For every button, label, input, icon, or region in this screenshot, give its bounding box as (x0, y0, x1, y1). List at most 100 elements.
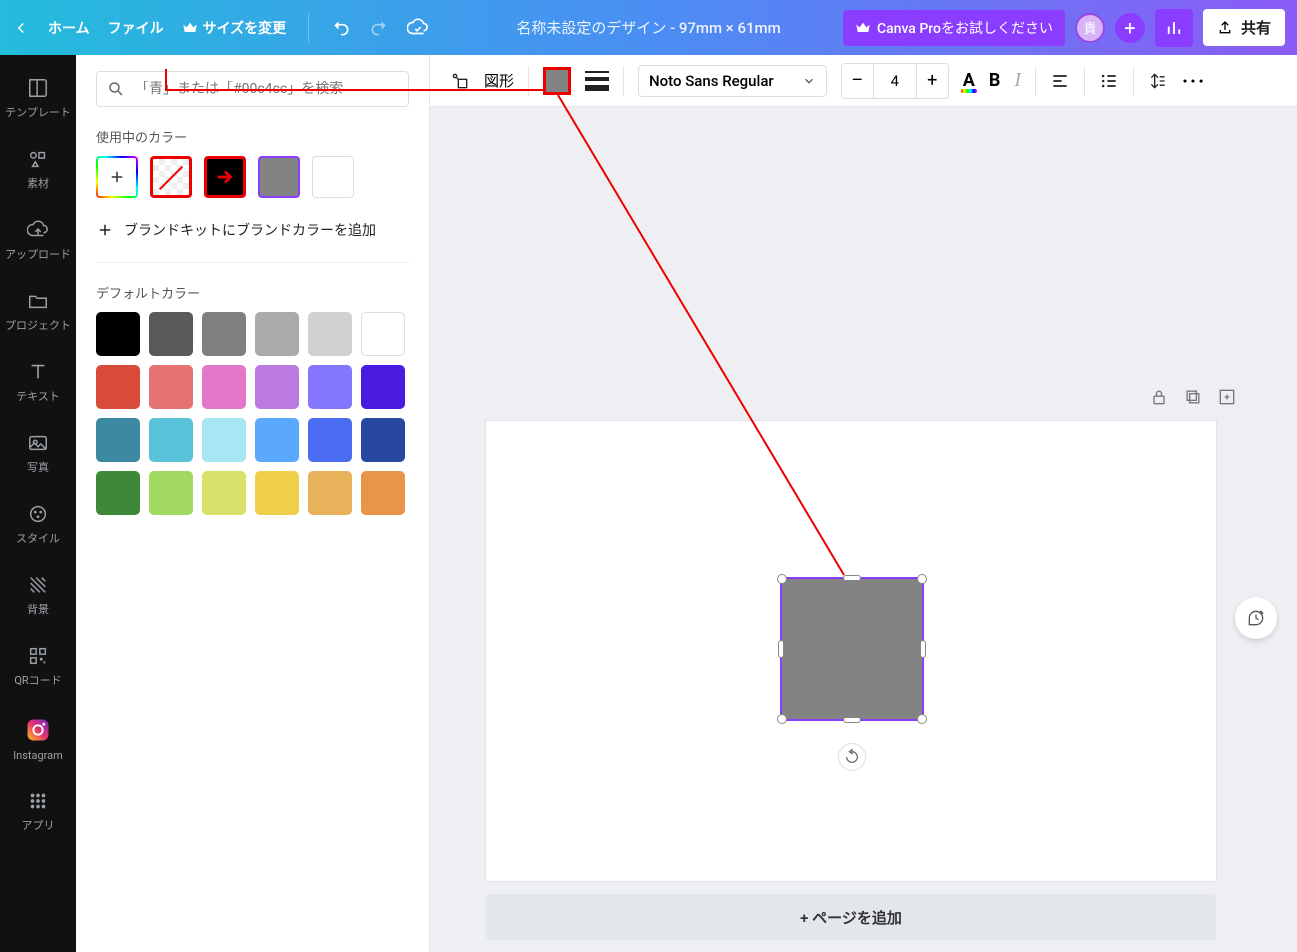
comment-fab[interactable] (1235, 597, 1277, 639)
font-size-stepper[interactable]: – + (841, 63, 949, 99)
color-swatch[interactable] (255, 471, 299, 515)
resize-handle[interactable] (843, 575, 861, 581)
fill-color-button[interactable] (543, 67, 571, 95)
color-swatch[interactable] (308, 365, 352, 409)
resize-handle[interactable] (920, 640, 926, 658)
default-colors-label: デフォルトカラー (96, 283, 409, 302)
resize-handle[interactable] (778, 640, 784, 658)
color-swatch[interactable] (308, 471, 352, 515)
resize-handle[interactable] (777, 714, 787, 724)
top-header: ホーム ファイル サイズを変更 名称未設定のデザイン - 97mm × 61mm… (0, 0, 1297, 55)
color-swatch[interactable] (149, 418, 193, 462)
more-button[interactable]: ··· (1182, 69, 1206, 93)
color-swatch[interactable] (202, 312, 246, 356)
color-swatch[interactable] (255, 312, 299, 356)
color-swatch[interactable] (361, 418, 405, 462)
color-swatch[interactable] (202, 471, 246, 515)
search-input[interactable] (135, 81, 398, 97)
add-page-button[interactable]: + ページを追加 (486, 894, 1216, 940)
color-swatch[interactable] (255, 365, 299, 409)
color-swatch[interactable] (308, 312, 352, 356)
left-nav: テンプレート 素材 アップロード プロジェクト テキスト 写真 スタイル 背景 … (0, 55, 76, 952)
color-swatch[interactable] (202, 365, 246, 409)
user-avatar[interactable]: 貴 (1075, 13, 1105, 43)
resize-handle[interactable] (917, 574, 927, 584)
search-icon (107, 80, 125, 98)
color-swatch[interactable] (96, 312, 140, 356)
crown-icon (182, 20, 198, 36)
file-menu[interactable]: ファイル (108, 18, 164, 38)
context-toolbar: 図形 Noto Sans Regular – + A B I ··· (430, 55, 1297, 107)
font-select[interactable]: Noto Sans Regular (638, 65, 827, 97)
sidebar-item-background[interactable]: 背景 (0, 560, 76, 631)
page-actions (1149, 387, 1237, 407)
sidebar-item-projects[interactable]: プロジェクト (0, 276, 76, 347)
try-pro-button[interactable]: Canva Proをお試しください (843, 10, 1065, 46)
shape-label[interactable]: 図形 (484, 70, 514, 91)
home-link[interactable]: ホーム (48, 18, 90, 38)
sidebar-item-instagram[interactable]: Instagram (0, 702, 76, 776)
document-title[interactable]: 名称未設定のデザイン - 97mm × 61mm (516, 17, 780, 38)
resize-handle[interactable] (917, 714, 927, 724)
share-button[interactable]: 共有 (1203, 9, 1285, 46)
undo-icon[interactable] (331, 18, 351, 38)
sidebar-item-photos[interactable]: 写真 (0, 418, 76, 489)
increase-button[interactable]: + (916, 64, 948, 98)
plus-icon (96, 221, 114, 239)
back-icon[interactable] (12, 19, 30, 37)
color-swatch[interactable] (202, 418, 246, 462)
align-icon[interactable] (1050, 71, 1070, 91)
color-swatch[interactable] (308, 418, 352, 462)
color-swatch[interactable] (361, 365, 405, 409)
resize-button[interactable]: サイズを変更 (182, 18, 287, 38)
color-swatch[interactable] (255, 418, 299, 462)
gray-swatch-selected[interactable] (258, 156, 300, 198)
color-swatch[interactable] (96, 418, 140, 462)
selected-shape[interactable] (782, 579, 922, 719)
black-swatch[interactable] (204, 156, 246, 198)
crown-icon (855, 20, 871, 36)
lock-icon[interactable] (1149, 387, 1169, 407)
spacing-icon[interactable] (1148, 71, 1168, 91)
border-weight-button[interactable] (585, 71, 609, 91)
add-member-button[interactable]: + (1115, 13, 1145, 43)
bold-button[interactable]: B (989, 70, 1001, 91)
italic-button[interactable]: I (1014, 69, 1021, 92)
sidebar-item-uploads[interactable]: アップロード (0, 205, 76, 276)
font-size-input[interactable] (874, 64, 916, 98)
resize-handle[interactable] (843, 717, 861, 723)
rectangle-shape[interactable] (782, 579, 922, 719)
rotate-handle[interactable] (838, 743, 866, 771)
sidebar-item-text[interactable]: テキスト (0, 347, 76, 418)
cloud-sync-icon[interactable] (407, 17, 429, 39)
sidebar-item-qrcode[interactable]: QRコード (0, 631, 76, 702)
color-swatch[interactable] (361, 471, 405, 515)
color-swatch[interactable] (96, 365, 140, 409)
color-swatch[interactable] (149, 365, 193, 409)
add-color-swatch[interactable] (96, 156, 138, 198)
sidebar-item-apps[interactable]: アプリ (0, 776, 76, 847)
edit-shape-icon[interactable] (450, 71, 470, 91)
sidebar-item-styles[interactable]: スタイル (0, 489, 76, 560)
transparent-swatch[interactable] (150, 156, 192, 198)
resize-handle[interactable] (777, 574, 787, 584)
color-search[interactable] (96, 71, 409, 107)
list-icon[interactable] (1099, 71, 1119, 91)
redo-icon[interactable] (369, 18, 389, 38)
decrease-button[interactable]: – (842, 64, 874, 98)
color-panel: 使用中のカラー ブランドキットにブランドカラーを追加 デフォルトカラー (76, 55, 430, 952)
sidebar-item-templates[interactable]: テンプレート (0, 63, 76, 134)
text-color-button[interactable]: A (963, 70, 975, 91)
color-swatch[interactable] (149, 312, 193, 356)
arrow-right-icon (214, 166, 236, 188)
sidebar-item-elements[interactable]: 素材 (0, 134, 76, 205)
color-swatch[interactable] (96, 471, 140, 515)
white-swatch[interactable] (312, 156, 354, 198)
color-swatch[interactable] (149, 471, 193, 515)
duplicate-icon[interactable] (1183, 387, 1203, 407)
add-page-icon[interactable] (1217, 387, 1237, 407)
color-swatch[interactable] (361, 312, 405, 356)
insights-button[interactable] (1155, 9, 1193, 47)
add-brand-color[interactable]: ブランドキットにブランドカラーを追加 (96, 220, 409, 240)
chevron-down-icon (802, 74, 816, 88)
